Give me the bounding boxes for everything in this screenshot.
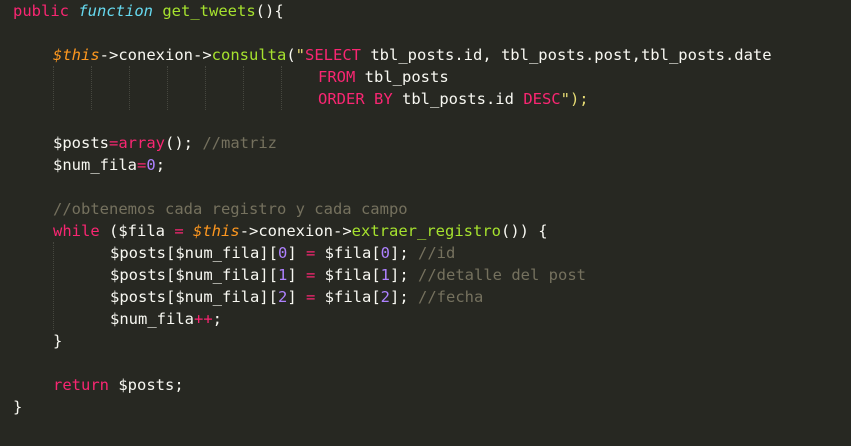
code-line-4[interactable]: ORDER BY tbl_posts.id DESC"); bbox=[318, 88, 589, 110]
sql-keyword-from: FROM bbox=[318, 68, 356, 86]
sql-order-column: tbl_posts.id bbox=[392, 90, 524, 108]
variable-num-fila: $num_fila bbox=[53, 156, 137, 174]
indent-guide bbox=[281, 66, 282, 110]
code-line-5[interactable]: $posts=array(); //matriz bbox=[53, 132, 277, 154]
indent-guide bbox=[91, 66, 92, 110]
variable-num-fila: $num_fila bbox=[110, 310, 194, 328]
function-name: get_tweets bbox=[162, 2, 256, 20]
string-end: "); bbox=[560, 90, 589, 108]
assign-operator: = bbox=[109, 134, 119, 152]
punctuation: ; bbox=[212, 310, 223, 328]
code-line-10[interactable]: $posts[$num_fila][1] = $fila[1]; //detal… bbox=[110, 264, 586, 286]
method-name: extraer_registro bbox=[351, 222, 501, 240]
number-literal: 1 bbox=[380, 266, 391, 284]
array-access: $posts[$num_fila][ bbox=[110, 244, 278, 262]
comment: //fecha bbox=[408, 288, 484, 306]
keyword-while: while bbox=[53, 222, 100, 240]
code-line-11[interactable]: $posts[$num_fila][2] = $fila[2]; //fecha bbox=[110, 286, 483, 308]
code-line-3[interactable]: FROM tbl_posts bbox=[318, 66, 449, 88]
code-line-8[interactable]: while ($fila = $this->conexion->extraer_… bbox=[53, 220, 548, 242]
return-value: $posts; bbox=[109, 376, 184, 394]
array-access: $fila[ bbox=[315, 288, 381, 306]
increment-operator: ++ bbox=[194, 310, 213, 328]
indent-guide bbox=[53, 242, 54, 330]
comment: //detalle del post bbox=[408, 266, 586, 284]
closing-brace: } bbox=[53, 332, 63, 350]
code-line-15[interactable]: } bbox=[13, 396, 22, 418]
assign-operator: = bbox=[306, 288, 316, 306]
number-literal: 2 bbox=[380, 288, 391, 306]
sql-keyword-select: SELECT bbox=[305, 46, 361, 64]
keyword-return: return bbox=[53, 376, 109, 394]
indent-guide bbox=[205, 66, 206, 110]
assign-operator: = bbox=[306, 244, 316, 262]
punctuation: ; bbox=[155, 156, 166, 174]
assign-operator: = bbox=[306, 266, 316, 284]
assign-operator: = bbox=[137, 156, 147, 174]
closing-brace: } bbox=[13, 398, 23, 416]
method-name: consulta bbox=[211, 46, 287, 64]
bracket: ]; bbox=[390, 288, 409, 306]
bracket: ] bbox=[287, 244, 306, 262]
array-access: $fila[ bbox=[315, 244, 381, 262]
property-access: ->conexion-> bbox=[239, 222, 352, 240]
indent-guide bbox=[129, 66, 130, 110]
code-line-14[interactable]: return $posts; bbox=[53, 374, 184, 396]
sql-keyword-order-by: ORDER BY bbox=[318, 90, 393, 108]
indent-guide bbox=[243, 66, 244, 110]
keyword-function: function bbox=[78, 2, 153, 20]
punctuation: ()) { bbox=[500, 222, 548, 240]
code-line-13[interactable]: } bbox=[53, 330, 62, 352]
paren: ( bbox=[286, 46, 296, 64]
string-quote: " bbox=[295, 46, 305, 64]
bracket: ] bbox=[287, 288, 306, 306]
property-access: ->conexion-> bbox=[99, 46, 212, 64]
array-access: $posts[$num_fila][ bbox=[110, 288, 278, 306]
variable-posts: $posts bbox=[53, 134, 109, 152]
number-literal: 0 bbox=[380, 244, 391, 262]
bracket: ] bbox=[287, 266, 306, 284]
indent-guide bbox=[167, 66, 168, 110]
punctuation: (){ bbox=[255, 2, 284, 20]
this-variable: $this bbox=[53, 46, 100, 64]
sql-table: tbl_posts bbox=[355, 68, 449, 86]
code-line-7[interactable]: //obtenemos cada registro y cada campo bbox=[53, 198, 408, 220]
comment: //id bbox=[408, 244, 456, 262]
code-line-9[interactable]: $posts[$num_fila][0] = $fila[0]; //id bbox=[110, 242, 455, 264]
assign-operator: = bbox=[174, 222, 184, 240]
comment: //matriz bbox=[193, 134, 278, 152]
number-literal: 1 bbox=[277, 266, 288, 284]
comment: //obtenemos cada registro y cada campo bbox=[53, 200, 408, 218]
code-line-2[interactable]: $this->conexion->consulta("SELECT tbl_po… bbox=[53, 44, 772, 66]
number-literal: 0 bbox=[277, 244, 288, 262]
array-function: array bbox=[118, 134, 166, 152]
punctuation: (); bbox=[165, 134, 194, 152]
number-literal: 0 bbox=[146, 156, 156, 174]
array-access: $fila[ bbox=[315, 266, 381, 284]
indent-guide bbox=[53, 66, 54, 110]
while-condition: ($fila bbox=[99, 222, 175, 240]
sql-columns: tbl_posts.id, tbl_posts.post,tbl_posts.d… bbox=[361, 46, 772, 64]
code-editor[interactable]: public function get_tweets(){ $this->con… bbox=[0, 0, 851, 446]
bracket: ]; bbox=[390, 266, 409, 284]
code-line-12[interactable]: $num_fila++; bbox=[110, 308, 222, 330]
code-line-6[interactable]: $num_fila=0; bbox=[53, 154, 165, 176]
sql-keyword-desc: DESC bbox=[523, 90, 561, 108]
number-literal: 2 bbox=[277, 288, 288, 306]
this-variable: $this bbox=[193, 222, 240, 240]
code-line-1[interactable]: public function get_tweets(){ bbox=[13, 0, 284, 22]
keyword-public: public bbox=[13, 2, 69, 20]
array-access: $posts[$num_fila][ bbox=[110, 266, 278, 284]
bracket: ]; bbox=[390, 244, 409, 262]
